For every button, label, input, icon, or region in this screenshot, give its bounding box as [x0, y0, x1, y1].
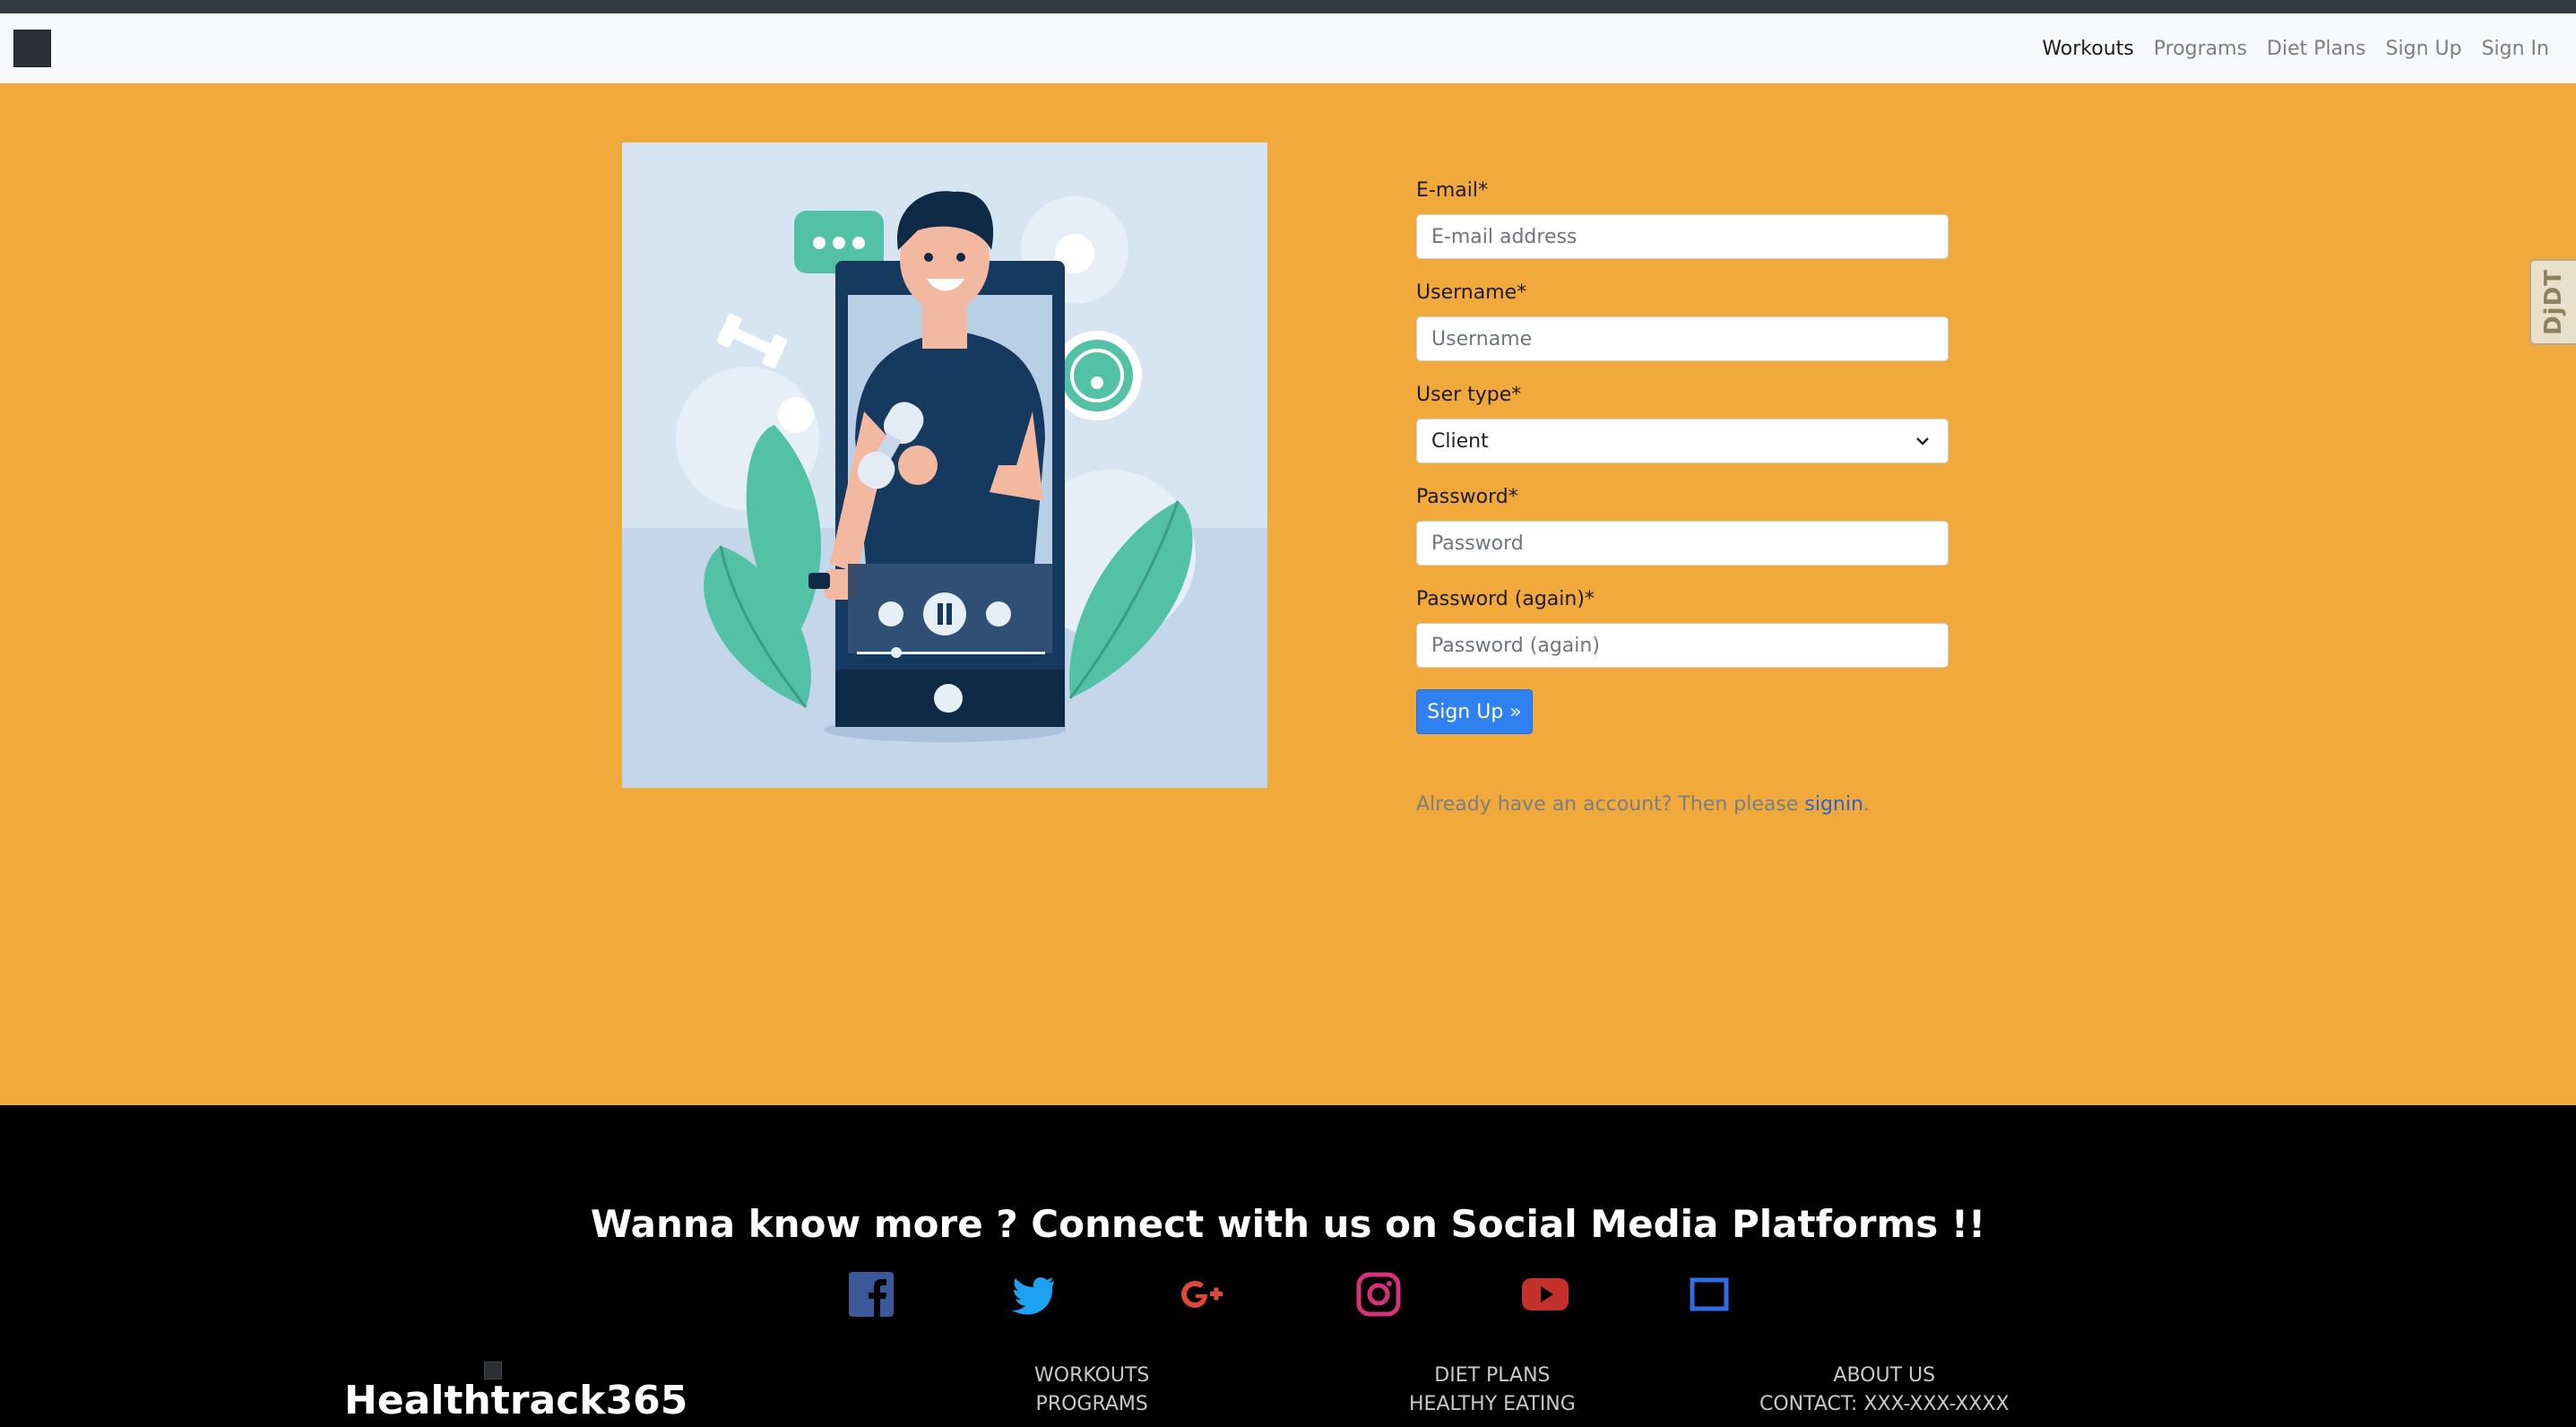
google-plus-icon[interactable] — [1178, 1270, 1226, 1319]
already-suffix: . — [1863, 793, 1870, 816]
footer-column-1: WORKOUTS PROGRAMS — [1034, 1362, 1149, 1419]
signup-form: E-mail* Username* User type* Client Pass… — [1416, 178, 1949, 816]
already-have-account-text: Already have an account? Then please sig… — [1416, 793, 1949, 816]
youtube-icon[interactable] — [1521, 1270, 1569, 1319]
password-label: Password* — [1416, 486, 1518, 508]
footer-link-about-us[interactable]: ABOUT US — [1759, 1362, 2010, 1390]
square-icon[interactable] — [1686, 1270, 1734, 1319]
already-text: Already have an account? Then please — [1416, 793, 1805, 816]
nav-links: Workouts Programs Diet Plans Sign Up Sig… — [2022, 13, 2549, 83]
signin-link[interactable]: signin — [1804, 793, 1863, 816]
footer: Wanna know more ? Connect with us on Soc… — [0, 1105, 2576, 1427]
footer-link-programs[interactable]: PROGRAMS — [1034, 1390, 1149, 1419]
footer-heading: Wanna know more ? Connect with us on Soc… — [590, 1202, 1986, 1246]
footer-column-3: ABOUT US CONTACT: XXX-XXX-XXXX — [1759, 1362, 2010, 1419]
email-label: E-mail* — [1416, 179, 1488, 202]
footer-link-diet-plans[interactable]: DIET PLANS — [1409, 1362, 1576, 1390]
footer-brand: Healthtrack365 — [344, 1378, 688, 1423]
footer-logo — [484, 1362, 502, 1379]
django-debug-toolbar-handle[interactable]: DjDT — [2529, 259, 2576, 345]
password-field[interactable] — [1416, 521, 1949, 566]
password-again-label: Password (again)* — [1416, 588, 1595, 610]
chevron-down-icon — [1916, 437, 1929, 445]
instagram-icon[interactable] — [1354, 1270, 1403, 1319]
nav-diet-plans[interactable]: Diet Plans — [2267, 38, 2365, 60]
browser-top-strip — [0, 0, 2576, 13]
djdt-label: DjDT — [2540, 269, 2567, 335]
nav-sign-in[interactable]: Sign In — [2482, 38, 2549, 60]
user-type-label: User type* — [1416, 384, 1522, 406]
nav-sign-up[interactable]: Sign Up — [2386, 38, 2462, 60]
user-type-select[interactable]: Client — [1416, 419, 1949, 463]
username-field[interactable] — [1416, 316, 1949, 361]
footer-contact: CONTACT: XXX-XXX-XXXX — [1759, 1393, 2010, 1415]
footer-link-healthy-eating[interactable]: HEALTHY EATING — [1409, 1390, 1576, 1419]
facebook-icon[interactable] — [847, 1270, 895, 1319]
nav-programs[interactable]: Programs — [2154, 38, 2247, 60]
email-field[interactable] — [1416, 214, 1949, 259]
nav-workouts[interactable]: Workouts — [2042, 38, 2133, 60]
footer-link-workouts[interactable]: WORKOUTS — [1034, 1362, 1149, 1390]
footer-column-2: DIET PLANS HEALTHY EATING — [1409, 1362, 1576, 1419]
fitness-hero-illustration — [622, 143, 1267, 788]
social-links — [0, 1270, 2576, 1324]
main-section: E-mail* Username* User type* Client Pass… — [0, 83, 2576, 1105]
site-logo[interactable] — [13, 30, 51, 67]
password-again-field[interactable] — [1416, 623, 1949, 668]
user-type-value: Client — [1431, 429, 1489, 453]
sign-up-button[interactable]: Sign Up » — [1416, 689, 1533, 734]
username-label: Username* — [1416, 281, 1527, 304]
twitter-icon[interactable] — [1009, 1270, 1058, 1319]
navbar: Workouts Programs Diet Plans Sign Up Sig… — [0, 13, 2576, 83]
